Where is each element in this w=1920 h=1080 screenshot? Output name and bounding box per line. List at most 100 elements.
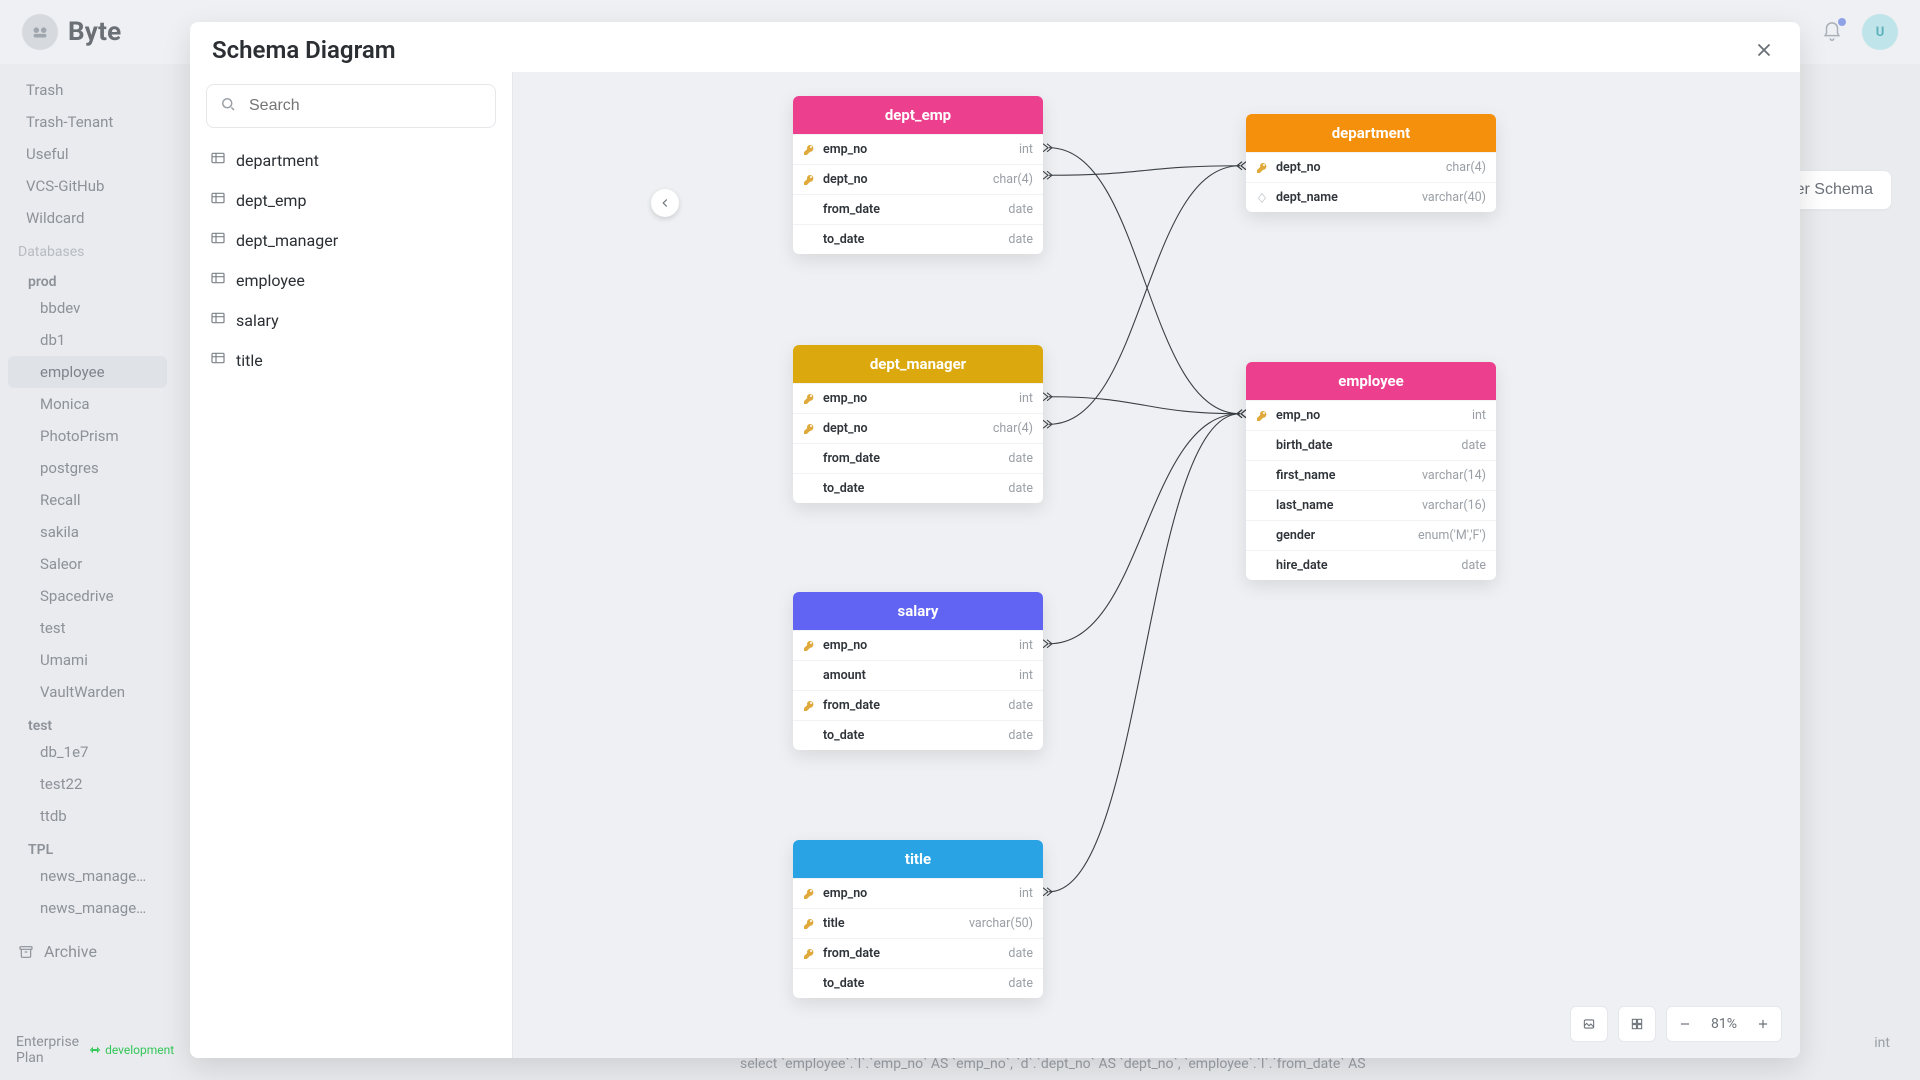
- column-row: last_namevarchar(16): [1246, 490, 1496, 520]
- canvas-footer: 81%: [1570, 1006, 1782, 1042]
- column-row: to_datedate: [793, 473, 1043, 503]
- search-box[interactable]: [206, 84, 496, 128]
- fit-image-button[interactable]: [1570, 1006, 1608, 1042]
- column-name: from_date: [803, 451, 880, 466]
- zoom-out-button[interactable]: [1667, 1007, 1703, 1041]
- bell-icon[interactable]: [1820, 20, 1844, 44]
- bg-nav-item[interactable]: PhotoPrism: [8, 420, 167, 452]
- column-row: hire_date date: [1246, 550, 1496, 580]
- table-header: department: [1246, 114, 1496, 152]
- table-list-item[interactable]: salary: [206, 300, 496, 340]
- table-card-dept_manager[interactable]: dept_manageremp_nointdept_nochar(4)from_…: [793, 345, 1043, 503]
- modal-body: departmentdept_empdept_manageremployeesa…: [190, 72, 1800, 1058]
- column-type: int: [1019, 668, 1033, 683]
- bg-nav-item[interactable]: test22: [8, 768, 167, 800]
- table-header: dept_manager: [793, 345, 1043, 383]
- bg-nav-item[interactable]: Saleor: [8, 548, 167, 580]
- search-icon: [219, 95, 237, 117]
- column-type: date: [1008, 451, 1033, 466]
- bg-nav-item[interactable]: Umami: [8, 644, 167, 676]
- bg-nav-item[interactable]: bbdev: [8, 292, 167, 324]
- column-row: emp_noint: [793, 878, 1043, 908]
- bg-sidebar: TrashTrash-TenantUsefulVCS-GitHubWildcar…: [0, 64, 175, 1080]
- table-list-item[interactable]: department: [206, 140, 496, 180]
- bg-nav-item[interactable]: test: [8, 612, 167, 644]
- column-row: birth_datedate: [1246, 430, 1496, 460]
- table-card-dept_emp[interactable]: dept_empemp_nointdept_nochar(4)from_date…: [793, 96, 1043, 254]
- bg-nav-item[interactable]: Monica: [8, 388, 167, 420]
- column-type: int: [1019, 391, 1033, 406]
- column-row: emp_no int: [793, 630, 1043, 660]
- bg-nav-item[interactable]: VCS-GitHub: [8, 170, 167, 202]
- collapse-handle[interactable]: [651, 189, 679, 217]
- table-card-department[interactable]: departmentdept_nochar(4)dept_namevarchar…: [1246, 114, 1496, 212]
- table-icon: [210, 350, 226, 370]
- column-name: first_name: [1256, 468, 1335, 483]
- column-name: emp_no: [803, 638, 867, 653]
- column-name: amount: [803, 668, 866, 683]
- bg-nav-sub[interactable]: test: [0, 708, 175, 736]
- table-header: title: [793, 840, 1043, 878]
- table-list-label: department: [236, 151, 319, 170]
- bg-nav-item[interactable]: VaultWarden: [8, 676, 167, 708]
- bg-nav-item[interactable]: news_manage…: [8, 860, 167, 892]
- bg-nav-item[interactable]: db1: [8, 324, 167, 356]
- modal-title: Schema Diagram: [212, 36, 396, 64]
- column-row: from_datedate: [793, 938, 1043, 968]
- column-row: dept_namevarchar(40): [1246, 182, 1496, 212]
- table-icon: [210, 230, 226, 250]
- diagram-canvas[interactable]: 81% dept_empemp_nointdept_nochar(4)from_…: [513, 72, 1800, 1058]
- column-row: to_datedate: [793, 224, 1043, 254]
- key-icon: [1256, 410, 1268, 422]
- bg-archive[interactable]: Archive: [0, 932, 175, 971]
- table-list-item[interactable]: dept_manager: [206, 220, 496, 260]
- bg-nav-item[interactable]: employee: [8, 356, 167, 388]
- bg-nav-item[interactable]: sakila: [8, 516, 167, 548]
- column-type: date: [1461, 558, 1486, 573]
- column-name: dept_no: [1256, 160, 1321, 175]
- column-name: hire_date: [1256, 558, 1328, 573]
- table-card-title[interactable]: titleemp_nointtitlevarchar(50)from_dated…: [793, 840, 1043, 998]
- column-name: birth_date: [1256, 438, 1333, 453]
- bg-nav-item[interactable]: Trash-Tenant: [8, 106, 167, 138]
- table-list-item[interactable]: dept_emp: [206, 180, 496, 220]
- search-input[interactable]: [247, 96, 483, 116]
- table-list-item[interactable]: employee: [206, 260, 496, 300]
- grid-button[interactable]: [1618, 1006, 1656, 1042]
- bg-nav-item[interactable]: Useful: [8, 138, 167, 170]
- column-row: emp_noint: [793, 134, 1043, 164]
- bg-nav-item[interactable]: Wildcard: [8, 202, 167, 234]
- zoom-in-button[interactable]: [1745, 1007, 1781, 1041]
- table-card-salary[interactable]: salaryemp_nointamountintfrom_datedateto_…: [793, 592, 1043, 750]
- bg-nav-item[interactable]: news_manage…: [8, 892, 167, 924]
- column-name: gender: [1256, 528, 1315, 543]
- bg-nav-item[interactable]: ttdb: [8, 800, 167, 832]
- zoom-level: 81%: [1703, 1016, 1745, 1032]
- brand: Byte: [22, 14, 121, 50]
- column-row: from_datedate: [793, 194, 1043, 224]
- key-icon: [803, 948, 815, 960]
- bg-nav-sub[interactable]: prod: [0, 264, 175, 292]
- avatar[interactable]: U: [1862, 14, 1898, 50]
- bg-nav-item[interactable]: postgres: [8, 452, 167, 484]
- column-name: to_date: [803, 232, 864, 247]
- table-card-employee[interactable]: employeeemp_nointbirth_datedatefirst_nam…: [1246, 362, 1496, 580]
- bg-bottom: Enterprise Plandevelopment: [0, 1020, 175, 1080]
- bg-nav-item[interactable]: db_1e7: [8, 736, 167, 768]
- bg-nav-item[interactable]: Recall: [8, 484, 167, 516]
- table-list-item[interactable]: title: [206, 340, 496, 380]
- column-name: dept_no: [803, 421, 868, 436]
- relationship-edges: [513, 72, 1800, 1058]
- column-type: int: [1019, 638, 1033, 653]
- column-row: genderenum('M','F'): [1246, 520, 1496, 550]
- column-name: emp_no: [803, 391, 867, 406]
- column-type: date: [1008, 481, 1033, 496]
- column-type: int: [1472, 408, 1486, 423]
- column-row: to_datedate: [793, 720, 1043, 750]
- key-icon: [1256, 162, 1268, 174]
- column-name: emp_no: [803, 886, 867, 901]
- bg-nav-sub[interactable]: TPL: [0, 832, 175, 860]
- close-button[interactable]: [1750, 36, 1778, 64]
- bg-nav-item[interactable]: Spacedrive: [8, 580, 167, 612]
- bg-nav-item[interactable]: Trash: [8, 74, 167, 106]
